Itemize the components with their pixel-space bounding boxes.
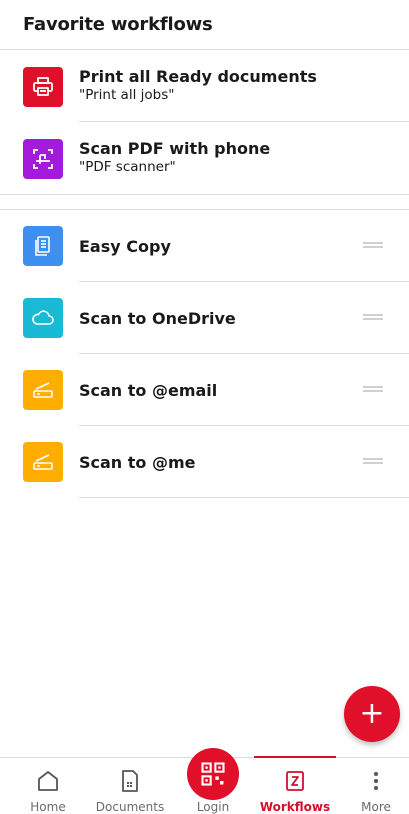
plus-icon: + [359,696,385,731]
favorite-item-scan-pdf[interactable]: Scan PDF with phone "PDF scanner" [0,122,409,194]
pdf-scan-icon [23,139,63,179]
nav-label: Documents [95,800,165,814]
nav-label: Login [196,800,230,814]
workflow-title: Easy Copy [79,237,171,256]
workflow-title: Scan to OneDrive [79,309,236,328]
nav-more[interactable]: More [356,758,396,814]
drag-handle-icon[interactable] [363,242,383,248]
nav-label: Workflows [259,800,331,814]
workflow-item-scan-email[interactable]: Scan to @email [0,354,409,426]
scanner-icon [23,442,63,482]
nav-label: More [361,800,391,814]
qr-login-button[interactable] [187,748,239,800]
workflow-item-scan-onedrive[interactable]: Scan to OneDrive [0,282,409,354]
workflow-item-easy-copy[interactable]: Easy Copy [0,210,409,282]
page-header: Favorite workflows [0,0,409,50]
scanner-icon [23,370,63,410]
favorite-title: Scan PDF with phone [79,139,271,158]
favorite-item-print-all[interactable]: Print all Ready documents "Print all job… [0,50,409,122]
workflows-list: Easy Copy Scan to OneDrive Scan to @emai… [0,210,409,498]
copy-document-icon [23,226,63,266]
add-workflow-button[interactable]: + [344,686,400,742]
nav-home[interactable]: Home [24,758,72,814]
qr-code-icon [201,762,225,786]
divider [79,497,409,498]
nav-documents[interactable]: Documents [94,758,166,814]
cloud-icon [23,298,63,338]
drag-handle-icon[interactable] [363,314,383,320]
printer-icon [23,67,63,107]
favorite-subtitle: "Print all jobs" [79,87,175,103]
nav-label: Home [30,800,66,814]
favorite-subtitle: "PDF scanner" [79,159,176,175]
workflow-title: Scan to @me [79,453,196,472]
workflows-icon [282,768,308,794]
document-icon [117,768,143,794]
home-icon [35,768,61,794]
workflow-item-scan-me[interactable]: Scan to @me [0,426,409,498]
favorite-title: Print all Ready documents [79,67,317,86]
workflow-title: Scan to @email [79,381,218,400]
drag-handle-icon[interactable] [363,386,383,392]
favorites-list: Print all Ready documents "Print all job… [0,50,409,194]
nav-workflows[interactable]: Workflows [254,758,336,814]
more-vertical-icon [363,768,389,794]
section-divider [0,194,409,210]
drag-handle-icon[interactable] [363,458,383,464]
page-title: Favorite workflows [23,14,213,35]
